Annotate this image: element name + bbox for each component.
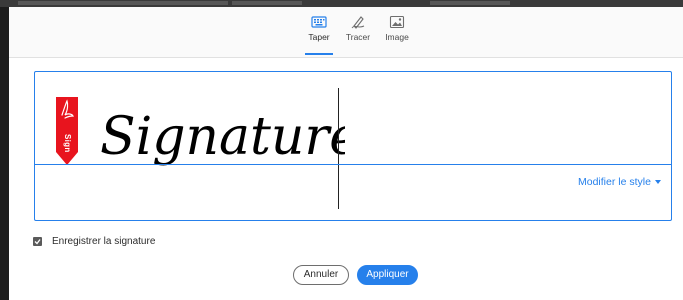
background-document-edge: [0, 7, 9, 300]
typed-signature: Signature: [100, 107, 345, 167]
tab-draw[interactable]: Tracer: [338, 15, 378, 55]
apply-button[interactable]: Appliquer: [357, 265, 418, 285]
modify-style-label: Modifier le style: [578, 176, 651, 188]
tab-type[interactable]: Taper: [299, 15, 339, 55]
modify-style-dropdown[interactable]: Modifier le style: [578, 176, 661, 188]
tab-type-label: Taper: [308, 32, 330, 42]
text-cursor: [338, 88, 339, 209]
chevron-down-icon: [654, 180, 661, 185]
tab-image-label: Image: [385, 32, 409, 42]
save-signature-row: Enregistrer la signature: [33, 234, 155, 248]
pen-draw-icon: [351, 16, 365, 29]
sign-here-badge-label: Sign: [63, 134, 72, 153]
keyboard-icon: [311, 16, 327, 28]
save-signature-checkbox[interactable]: [33, 236, 42, 246]
checkmark-icon: [34, 238, 41, 244]
signature-mode-tabs: Taper Tracer Image: [9, 7, 683, 58]
signature-dialog: Taper Tracer Image Sign Signature Modifi…: [9, 7, 683, 300]
active-tab-indicator: [305, 53, 333, 55]
signature-baseline: [35, 164, 671, 165]
tab-draw-label: Tracer: [345, 32, 371, 42]
image-icon: [389, 15, 405, 29]
cancel-button[interactable]: Annuler: [293, 265, 349, 285]
save-signature-label: Enregistrer la signature: [52, 235, 156, 247]
signature-input-area[interactable]: Sign Signature Modifier le style: [34, 71, 672, 221]
typed-signature-text: Signature: [100, 107, 345, 167]
sign-here-badge: [56, 97, 78, 165]
tab-image[interactable]: Image: [377, 15, 417, 55]
